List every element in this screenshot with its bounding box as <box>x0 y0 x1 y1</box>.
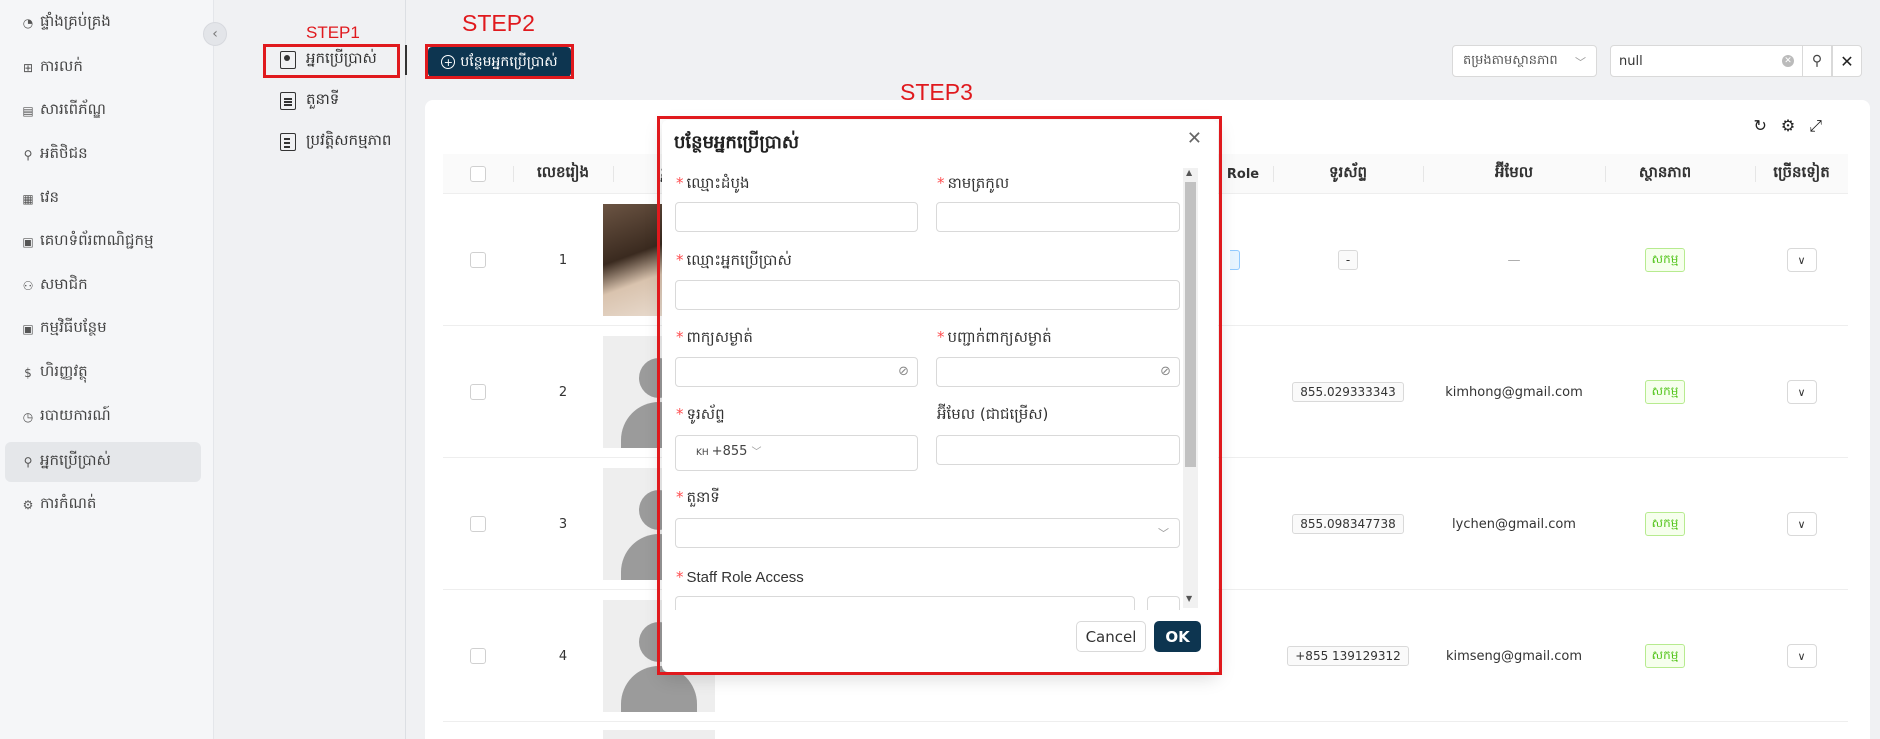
addon-icon: ▣ <box>22 322 34 336</box>
row-phone: 855.098347738 <box>1273 458 1423 590</box>
subnav-item-activity[interactable]: ប្រវត្តិសកម្មភាព <box>280 127 391 157</box>
row-checkbox-cell <box>443 590 513 722</box>
inventory-icon: ▤ <box>22 104 34 118</box>
row-more-cell: ∨ <box>1755 590 1848 722</box>
row-phone: 855.029333343 <box>1273 326 1423 458</box>
row-email: lychen@gmail.com <box>1452 516 1576 532</box>
fullscreen-icon[interactable]: ⤢ <box>1809 116 1822 136</box>
row-more-cell: ∨ <box>1755 458 1848 590</box>
finance-icon: $ <box>24 366 32 380</box>
table-tools: ↻ ⚙ ⤢ <box>1753 116 1822 136</box>
row-checkbox[interactable] <box>470 252 486 268</box>
status-filter-select[interactable]: តម្រងតាមស្ថានភាព ﹀ <box>1452 45 1597 77</box>
members-icon: ⚇ <box>22 279 34 293</box>
header-status: ស្ថានភាព <box>1605 154 1725 194</box>
sidebar-item-members[interactable]: ⚇ សមាជិក <box>5 266 201 306</box>
row-checkbox[interactable] <box>470 384 486 400</box>
step2-label: STEP2 <box>462 10 535 36</box>
chevron-down-icon: ∨ <box>1797 649 1806 663</box>
row-status: សកម្ម <box>1605 590 1725 722</box>
sidebar-item-users[interactable]: ⚲ អ្នកប្រើប្រាស់ <box>5 442 201 482</box>
row-email: kimseng@gmail.com <box>1445 648 1583 664</box>
customer-icon: ⚲ <box>23 148 33 162</box>
sidebar-item-shift[interactable]: ▦ វេន <box>5 179 201 219</box>
search-icon: ⚲ <box>1811 53 1823 69</box>
sidebar-item-store[interactable]: ▣ គេហទំព័រពាណិជ្ជកម្ម <box>5 222 201 262</box>
row-no: 3 <box>558 516 568 532</box>
row-no: 1 <box>558 252 568 268</box>
subnav-item-roles[interactable]: តួនាទី <box>280 86 339 116</box>
row-status: សកម្ម <box>1605 326 1725 458</box>
row-checkbox-cell <box>443 458 513 590</box>
role-list-icon <box>280 92 296 110</box>
search-button[interactable]: ⚲ <box>1802 45 1832 77</box>
gear-icon[interactable]: ⚙ <box>1781 116 1795 136</box>
sidebar-item-settings[interactable]: ⚙ ការកំណត់ <box>5 485 201 525</box>
row-status: សកម្ម <box>1605 194 1725 326</box>
select-all-checkbox[interactable] <box>470 166 486 182</box>
collapse-sidebar-button[interactable]: ‹ <box>203 22 227 46</box>
row-status: សកម្ម <box>1605 458 1725 590</box>
row-no: 2 <box>558 384 568 400</box>
row-checkbox[interactable] <box>470 648 486 664</box>
sidebar-item-customers[interactable]: ⚲ អតិថិជន <box>5 135 201 175</box>
dashboard-icon: ◔ <box>22 16 34 30</box>
sidebar-item-finance[interactable]: $ ហិរញ្ញវត្ថុ <box>5 353 201 393</box>
sidebar-item-addons[interactable]: ▣ កម្មវិធីបន្ថែម <box>5 309 201 349</box>
cart-icon: ⊞ <box>22 61 34 75</box>
row-more-cell: ∨ <box>1755 326 1848 458</box>
chevron-down-icon: ﹀ <box>1575 56 1586 69</box>
active-indicator <box>405 45 407 75</box>
role-tag <box>1230 250 1240 270</box>
step1-highlight <box>263 44 400 78</box>
row-more-button[interactable]: ∨ <box>1786 248 1817 272</box>
report-icon: ◷ <box>22 410 34 424</box>
row-email: — <box>1507 252 1521 268</box>
step1-label: STEP1 <box>306 23 360 42</box>
avatar <box>603 730 715 739</box>
reload-icon[interactable]: ↻ <box>1753 116 1766 136</box>
row-more-button[interactable]: ∨ <box>1786 512 1817 536</box>
chevron-down-icon: ∨ <box>1797 253 1806 267</box>
sidebar-item-sales[interactable]: ⊞ ការលក់ <box>5 48 201 88</box>
store-icon: ▣ <box>22 235 34 249</box>
chevron-left-icon: ‹ <box>212 26 218 42</box>
row-more-button[interactable]: ∨ <box>1786 380 1817 404</box>
sidebar-item-reports[interactable]: ◷ របាយការណ៍ <box>5 397 201 437</box>
main-sidebar: ◔ ផ្ទាំងគ្រប់គ្រង ⊞ ការលក់ ▤ សារពើភ័ណ្ឌ ⚲ អត… <box>0 0 214 739</box>
search-input[interactable]: null ✕ <box>1610 45 1803 77</box>
shift-icon: ▦ <box>22 192 34 206</box>
row-more-cell: ∨ <box>1755 194 1848 326</box>
header-no: លេខរៀង <box>513 154 613 194</box>
row-phone: - <box>1273 194 1423 326</box>
row-checkbox-cell <box>443 326 513 458</box>
row-no: 4 <box>558 648 568 664</box>
close-icon: ✕ <box>1840 51 1854 71</box>
row-checkbox[interactable] <box>470 516 486 532</box>
step2-highlight <box>425 44 574 79</box>
chevron-down-icon: ∨ <box>1797 385 1806 399</box>
header-phone: ទូរស័ព្ទ <box>1273 154 1423 194</box>
row-phone: +855 139129312 <box>1273 590 1423 722</box>
select-all-cell <box>443 154 513 194</box>
chevron-down-icon: ∨ <box>1797 517 1806 531</box>
row-more-button[interactable]: ∨ <box>1786 644 1817 668</box>
user-icon: ⚲ <box>23 455 33 469</box>
sidebar-item-dashboard[interactable]: ◔ ផ្ទាំងគ្រប់គ្រង <box>5 3 201 43</box>
row-checkbox-cell <box>443 194 513 326</box>
row-email: kimhong@gmail.com <box>1445 384 1583 400</box>
step3-label: STEP3 <box>900 79 973 105</box>
close-search-button[interactable]: ✕ <box>1832 45 1862 77</box>
settings-icon: ⚙ <box>22 498 34 512</box>
header-email: អ៊ីមែល <box>1423 154 1605 194</box>
sidebar-item-inventory[interactable]: ▤ សារពើភ័ណ្ឌ <box>5 91 201 131</box>
clear-icon[interactable]: ✕ <box>1782 55 1794 67</box>
header-more: ច្រើនទៀត <box>1755 154 1848 194</box>
activity-log-icon <box>280 133 296 151</box>
step3-highlight <box>657 116 1222 675</box>
